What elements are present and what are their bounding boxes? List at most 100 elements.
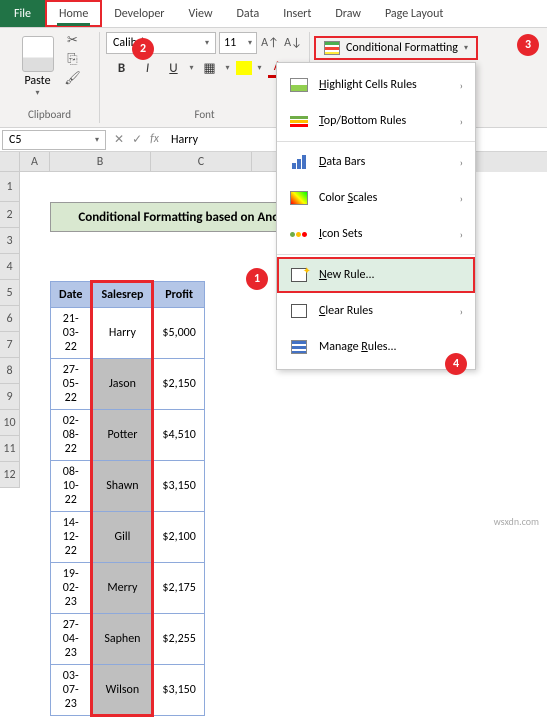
chevron-right-icon: › (460, 228, 463, 241)
formula-buttons: ✕ ✓ fx (108, 132, 165, 147)
font-name-select[interactable]: Calibri ▾ (106, 32, 216, 54)
table-row: 14-12-22 Gill $2,100 (51, 512, 205, 563)
cf-clear-rules[interactable]: Clear Rules › (277, 293, 475, 329)
cancel-formula-icon[interactable]: ✕ (114, 132, 124, 147)
font-size-select[interactable]: 11 ▾ (219, 32, 257, 54)
cut-icon[interactable]: ✂ (64, 32, 82, 48)
cf-item-label: Highlight Cells Rules (319, 78, 450, 92)
cell-profit[interactable]: $2,100 (153, 512, 204, 563)
cf-item-label: New Rule... (319, 268, 463, 282)
cell-profit[interactable]: $3,150 (153, 461, 204, 512)
cell-profit[interactable]: $5,000 (153, 308, 204, 359)
row-header[interactable]: 1 (0, 172, 20, 202)
select-all-corner[interactable] (0, 152, 20, 172)
cf-icon-sets[interactable]: Icon Sets › (277, 216, 475, 252)
header-date[interactable]: Date (51, 282, 92, 308)
cf-top-bottom-rules[interactable]: Top/Bottom Rules › (277, 103, 475, 139)
row-header[interactable]: 5 (0, 280, 20, 306)
fx-icon[interactable]: fx (150, 132, 159, 147)
enter-formula-icon[interactable]: ✓ (132, 132, 142, 147)
chevron-down-icon: ▾ (95, 135, 99, 145)
cell-profit[interactable]: $3,150 (153, 665, 204, 716)
border-button[interactable]: ▦ (199, 58, 219, 78)
cell-profit[interactable]: $2,150 (153, 359, 204, 410)
annotation-badge-4: 4 (445, 353, 467, 375)
cell-salesrep[interactable]: Shawn (92, 461, 153, 512)
italic-button[interactable]: I (137, 58, 157, 78)
cell-salesrep[interactable]: Gill (92, 512, 153, 563)
table-row: 27-04-23 Saphen $2,255 (51, 614, 205, 665)
cf-highlight-cells-rules[interactable]: Highlight Cells Rules › (277, 67, 475, 103)
conditional-formatting-button[interactable]: Conditional Formatting ▾ (314, 36, 478, 60)
worksheet[interactable]: Conditional Formatting based on Another … (20, 172, 50, 488)
annotation-badge-2: 2 (132, 38, 154, 60)
cell-profit[interactable]: $4,510 (153, 410, 204, 461)
increase-font-icon[interactable]: A↑ (260, 33, 280, 53)
table-row: 02-08-22 Potter $4,510 (51, 410, 205, 461)
format-painter-icon[interactable]: 🖌 (64, 70, 82, 86)
bold-button[interactable]: B (111, 58, 131, 78)
ribbon-body: Paste ▾ ✂ ⎘ 🖌 Clipboard Calibri ▾ 11 ▾ A… (0, 28, 547, 128)
decrease-font-icon[interactable]: A↓ (283, 33, 303, 53)
cell-salesrep[interactable]: Harry (92, 308, 153, 359)
tab-page-layout[interactable]: Page Layout (373, 0, 455, 27)
clipboard-icon (22, 36, 54, 72)
row-header[interactable]: 8 (0, 358, 20, 384)
header-salesrep[interactable]: Salesrep (92, 282, 153, 308)
cell-salesrep[interactable]: Jason (92, 359, 153, 410)
row-header[interactable]: 3 (0, 228, 20, 254)
cf-color-scales[interactable]: Color Scales › (277, 180, 475, 216)
col-header-b[interactable]: B (50, 152, 151, 172)
styles-group: Conditional Formatting ▾ Highlight Cells… (310, 32, 482, 123)
row-header[interactable]: 12 (0, 462, 20, 488)
row-header[interactable]: 2 (0, 202, 20, 228)
table-row: 21-03-22 Harry $5,000 (51, 308, 205, 359)
cell-profit[interactable]: $2,255 (153, 614, 204, 665)
row-header[interactable]: 10 (0, 410, 20, 436)
tab-insert[interactable]: Insert (271, 0, 323, 27)
row-header[interactable]: 9 (0, 384, 20, 410)
tab-draw[interactable]: Draw (323, 0, 373, 27)
cf-new-rule[interactable]: New Rule... (277, 257, 475, 293)
cell-date[interactable]: 02-08-22 (51, 410, 92, 461)
table-row: 19-02-23 Merry $2,175 (51, 563, 205, 614)
header-profit[interactable]: Profit (153, 282, 204, 308)
copy-icon[interactable]: ⎘ (64, 51, 82, 67)
chevron-down-icon: ▾ (248, 38, 252, 48)
cell-date[interactable]: 27-04-23 (51, 614, 92, 665)
cf-data-bars[interactable]: Data Bars › (277, 144, 475, 180)
tab-file[interactable]: File (0, 0, 45, 27)
cell-salesrep[interactable]: Wilson (92, 665, 153, 716)
chevron-down-icon: ▾ (464, 43, 468, 53)
row-header[interactable]: 11 (0, 436, 20, 462)
tab-data[interactable]: Data (225, 0, 272, 27)
cell-salesrep[interactable]: Merry (92, 563, 153, 614)
paste-button[interactable]: Paste ▾ (18, 32, 58, 102)
fill-color-button[interactable] (236, 61, 252, 75)
cell-profit[interactable]: $2,175 (153, 563, 204, 614)
tab-view[interactable]: View (176, 0, 224, 27)
cell-date[interactable]: 19-02-23 (51, 563, 92, 614)
row-header[interactable]: 6 (0, 306, 20, 332)
row-header[interactable]: 7 (0, 332, 20, 358)
new-rule-icon (291, 268, 307, 282)
cell-date[interactable]: 08-10-22 (51, 461, 92, 512)
underline-button[interactable]: U (163, 58, 183, 78)
tab-developer[interactable]: Developer (102, 0, 176, 27)
col-header-c[interactable]: C (151, 152, 252, 172)
cell-date[interactable]: 21-03-22 (51, 308, 92, 359)
row-header[interactable]: 4 (0, 254, 20, 280)
name-box[interactable]: C5 ▾ (2, 130, 106, 150)
cell-salesrep[interactable]: Saphen (92, 614, 153, 665)
col-header-a[interactable]: A (20, 152, 50, 172)
tab-home[interactable]: Home (45, 0, 102, 27)
cell-date[interactable]: 03-07-23 (51, 665, 92, 716)
cell-date[interactable]: 27-05-22 (51, 359, 92, 410)
cell-salesrep[interactable]: Potter (92, 410, 153, 461)
cf-item-label: Color Scales (319, 191, 450, 205)
cell-date[interactable]: 14-12-22 (51, 512, 92, 563)
cf-item-label: Data Bars (319, 155, 450, 169)
name-box-value: C5 (9, 133, 21, 147)
row-headers: 1 2 3 4 5 6 7 8 9 10 11 12 (0, 172, 20, 488)
annotation-badge-1: 1 (246, 268, 268, 290)
